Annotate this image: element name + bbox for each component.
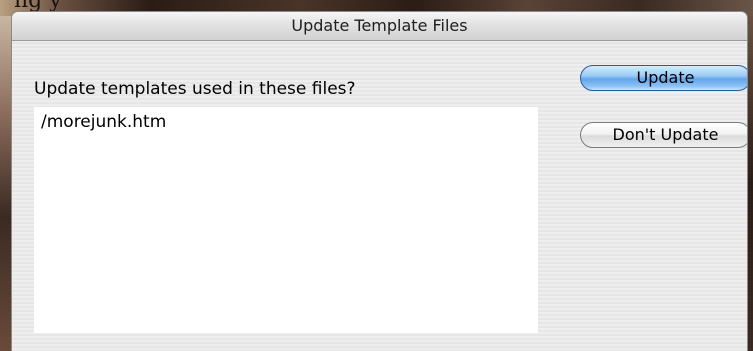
file-list[interactable]: /morejunk.htm bbox=[34, 107, 538, 333]
dialog-title: Update Template Files bbox=[291, 16, 468, 35]
dialog-prompt: Update templates used in these files? bbox=[34, 79, 356, 99]
background-partial-text: ng y bbox=[14, 0, 62, 13]
background-left-edge bbox=[0, 16, 12, 351]
background-right-edge bbox=[747, 16, 753, 351]
list-item[interactable]: /morejunk.htm bbox=[41, 112, 166, 132]
dont-update-button[interactable]: Don't Update bbox=[580, 122, 747, 148]
dialog-titlebar[interactable]: Update Template Files bbox=[12, 12, 747, 41]
update-button[interactable]: Update bbox=[580, 65, 747, 91]
update-template-dialog: Update Template Files Update templates u… bbox=[12, 12, 747, 351]
